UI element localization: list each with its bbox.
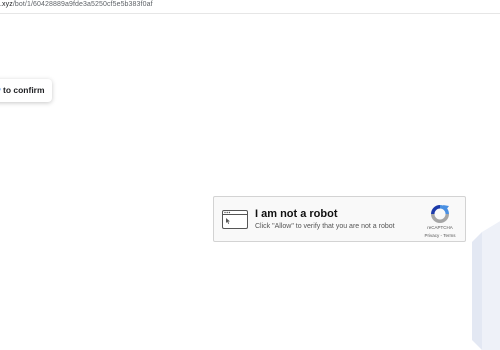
recaptcha-logo-icon [431, 205, 449, 223]
captcha-subtitle: Click "Allow" to verify that you are not… [255, 223, 395, 230]
browser-window-icon [222, 210, 248, 229]
decorative-shape [472, 221, 500, 350]
recaptcha-brand: reCAPTCHA [427, 225, 453, 230]
toast-message: w to confirm [0, 85, 52, 95]
url-path: /bot/1/60428889a9fde3a5250cf5e5b383f0af [12, 1, 153, 8]
address-url[interactable]: .xyz/bot/1/60428889a9fde3a5250cf5e5b383f… [0, 1, 153, 8]
recaptcha-privacy-terms-links[interactable]: Privacy - Terms [418, 233, 462, 238]
toast-text: to confirm [0, 85, 45, 95]
url-host: .xyz [0, 1, 13, 8]
captcha-title: I am not a robot [255, 208, 338, 220]
address-bar[interactable]: .xyz/bot/1/60428889a9fde3a5250cf5e5b383f… [0, 0, 500, 14]
notification-toast: w to confirm [0, 79, 52, 102]
captcha-box[interactable]: I am not a robot Click "Allow" to verify… [213, 196, 466, 242]
